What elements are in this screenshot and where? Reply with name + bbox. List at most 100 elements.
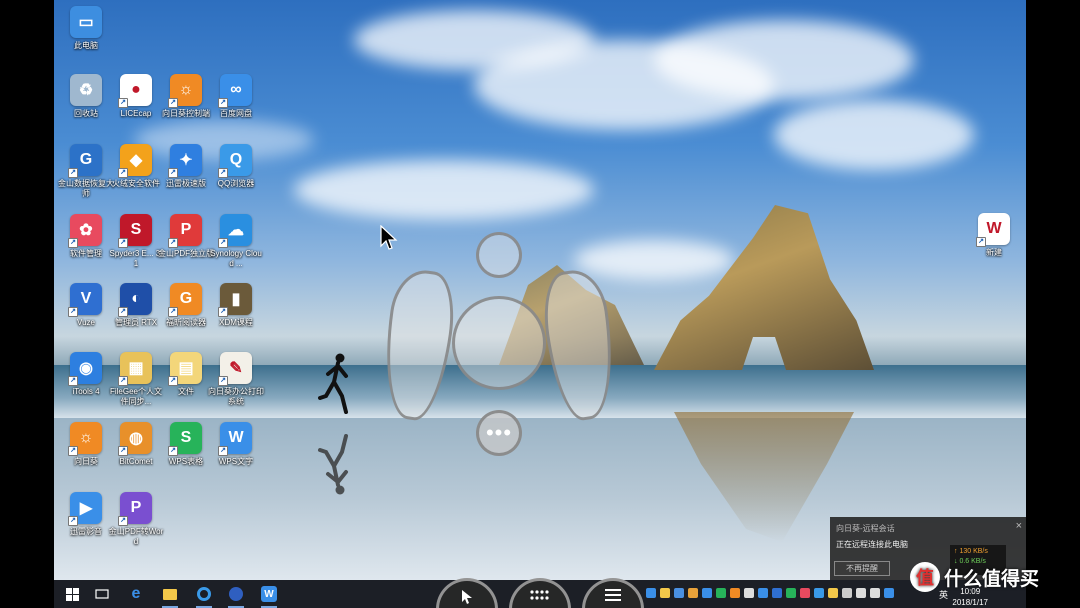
app-icon: ◍ ↗ <box>118 422 152 456</box>
tray-icon[interactable] <box>730 588 740 598</box>
desktop-icon[interactable]: ▦ ↗ FileGee个人文件同步... <box>108 352 164 407</box>
app-icon: ☼ ↗ <box>168 74 202 108</box>
edge-browser-icon[interactable]: e <box>126 584 146 604</box>
desktop-icon[interactable]: ▭ 此电脑 <box>58 6 114 51</box>
desktop-icon-label: 金山数据恢复大师 <box>58 179 114 198</box>
shortcut-arrow-icon: ↗ <box>68 307 78 317</box>
desktop-icon-label: 新建 <box>986 248 1002 257</box>
app-glyph: ☼ <box>78 429 94 446</box>
app-glyph: ♻ <box>78 82 94 99</box>
qq-browser-taskbar-icon[interactable] <box>194 584 214 608</box>
desktop-icon[interactable]: P ↗ 金山PDF转Word <box>108 492 164 547</box>
shortcut-arrow-icon: ↗ <box>68 376 78 386</box>
desktop-icon[interactable]: ▶ ↗ 迅雷影音 <box>58 492 114 537</box>
desktop-icon[interactable]: ✦ ↗ 迅雷极速版 <box>158 144 214 189</box>
tray-icon[interactable] <box>786 588 796 598</box>
desktop-icon[interactable]: P ↗ 金山PDF独立版 <box>158 214 214 259</box>
desktop-icon-label: iTools 4 <box>72 387 100 396</box>
app-glyph: ✿ <box>79 222 93 239</box>
desktop-icon[interactable]: ▤ ↗ 文件 <box>158 352 214 397</box>
desktop-icon-label: 管理员 RTX <box>114 318 158 327</box>
volume-icon[interactable] <box>870 588 880 598</box>
tray-icon[interactable] <box>716 588 726 598</box>
desktop-icon-label: LICEcap <box>120 109 152 118</box>
app-icon: W ↗ <box>218 422 252 456</box>
tray-icon[interactable] <box>800 588 810 598</box>
tray-icon[interactable] <box>758 588 768 598</box>
app-glyph: P <box>130 499 142 516</box>
tray-icon[interactable] <box>828 588 838 598</box>
desktop-icon[interactable]: ♻ 回收站 <box>58 74 114 119</box>
tray-icon[interactable] <box>674 588 684 598</box>
desktop-icon[interactable]: S ↗ WPS表格 <box>158 422 214 467</box>
desktop-icon[interactable]: ☁ ↗ Synology Cloud ... <box>208 214 264 269</box>
tray-icon[interactable] <box>646 588 656 598</box>
desktop-icon[interactable]: ◉ ↗ iTools 4 <box>58 352 114 397</box>
tray-icon[interactable] <box>814 588 824 598</box>
desktop-icon[interactable]: G ↗ 福昕阅读器 <box>158 283 214 328</box>
desktop-icon[interactable]: G ↗ 金山数据恢复大师 <box>58 144 114 199</box>
app-icon: W ↗ <box>976 213 1010 247</box>
app-glyph: ▮ <box>231 291 241 308</box>
network-icon[interactable] <box>856 588 866 598</box>
app-icon: P ↗ <box>118 492 152 526</box>
file-explorer-icon[interactable] <box>160 584 180 608</box>
app-glyph: ✎ <box>229 360 243 377</box>
app-glyph: P <box>180 221 192 238</box>
desktop-icon[interactable]: ◍ ↗ BitComet <box>108 422 164 467</box>
desktop-icon[interactable]: ◆ ↗ 火绒安全软件 <box>108 144 164 189</box>
app-glyph: ☼ <box>178 81 194 98</box>
rtx-taskbar-icon[interactable] <box>226 584 246 608</box>
desktop-icon[interactable]: S ↗ Spyder3 E... 3.1 <box>108 214 164 269</box>
desktop-icon[interactable]: W ↗ WPS文字 <box>208 422 264 467</box>
task-view-icon[interactable] <box>92 584 112 604</box>
dont-remind-button[interactable]: 不再提醒 <box>834 561 890 576</box>
tray-icon[interactable] <box>772 588 782 598</box>
tray-icon[interactable] <box>688 588 698 598</box>
tray-icon[interactable] <box>660 588 670 598</box>
more-options-button[interactable]: ••• <box>476 410 522 456</box>
joystick-center[interactable] <box>452 296 546 390</box>
app-glyph: ◍ <box>129 430 143 447</box>
desktop-icon[interactable]: ✎ ↗ 向日葵办公打印系统 <box>208 352 264 407</box>
app-glyph: S <box>180 429 192 446</box>
shortcut-arrow-icon: ↗ <box>168 376 178 386</box>
wps-writer-taskbar-icon[interactable]: W <box>259 584 279 608</box>
shortcut-arrow-icon: ↗ <box>168 446 178 456</box>
desktop-icon[interactable]: ● ↗ LICEcap <box>108 74 164 119</box>
desktop-icon[interactable]: ☼ ↗ 向日葵 <box>58 422 114 467</box>
desktop-icon-label: 福昕阅读器 <box>166 318 206 327</box>
desktop-icon[interactable]: V ↗ Vuze <box>58 283 114 328</box>
desktop-icon[interactable]: ◐ ↗ 管理员 RTX <box>108 283 164 328</box>
desktop-icon-label: 百度网盘 <box>220 109 252 118</box>
tray-icon[interactable] <box>744 588 754 598</box>
desktop-icon-label: WPS表格 <box>168 457 204 466</box>
app-glyph: ✦ <box>179 152 193 169</box>
app-icon: V ↗ <box>68 283 102 317</box>
app-icon: ▤ ↗ <box>168 352 202 386</box>
shortcut-arrow-icon: ↗ <box>68 446 78 456</box>
desktop-icon[interactable]: Q ↗ QQ浏览器 <box>208 144 264 189</box>
close-icon[interactable]: × <box>1016 520 1022 532</box>
desktop-icon[interactable]: ▮ ↗ XDM课程 <box>208 283 264 328</box>
start-button[interactable] <box>62 584 82 604</box>
desktop-icon[interactable]: W ↗ 新建 <box>966 213 1022 258</box>
desktop-icon-label: 文件 <box>178 387 194 396</box>
desktop-icon[interactable]: ☼ ↗ 向日葵控制端 <box>158 74 214 119</box>
tray-icon[interactable] <box>884 588 894 598</box>
tray-icon[interactable] <box>702 588 712 598</box>
desktop-icon[interactable]: ∞ ↗ 百度网盘 <box>208 74 264 119</box>
desktop-icon-label: Spyder3 E... 3.1 <box>109 249 163 268</box>
tray-icon[interactable] <box>842 588 852 598</box>
app-glyph: ◐ <box>131 290 141 307</box>
desktop-icon[interactable]: ✿ ↗ 软件管理 <box>58 214 114 259</box>
desktop-icon-label: XDM课程 <box>219 318 253 327</box>
big-rock-arch <box>654 205 874 370</box>
app-icon: P ↗ <box>168 214 202 248</box>
shortcut-arrow-icon: ↗ <box>118 307 128 317</box>
app-glyph: ▭ <box>78 14 94 31</box>
app-glyph: Q <box>229 151 243 168</box>
gesture-top-button[interactable] <box>476 232 522 278</box>
app-glyph: ▦ <box>128 360 144 377</box>
shortcut-arrow-icon: ↗ <box>68 168 78 178</box>
